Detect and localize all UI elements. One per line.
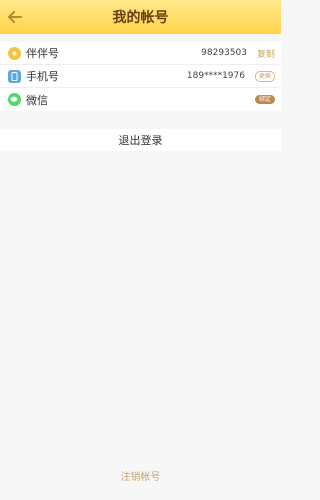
header: 我的帐号	[0, 0, 281, 34]
row-label: 手机号	[26, 70, 59, 83]
page-title: 我的帐号	[112, 10, 169, 26]
row-label: 伴伴号	[26, 47, 59, 60]
cancel-account-button[interactable]: 注销帐号	[0, 468, 281, 483]
back-button[interactable]	[4, 5, 26, 29]
logout-button[interactable]: 退出登录	[0, 129, 281, 151]
banban-id-value: 98293503	[201, 48, 247, 58]
arrow-left-icon	[8, 11, 22, 23]
copy-button[interactable]: 复制	[257, 47, 275, 60]
row-label: 微信	[26, 93, 48, 107]
coin-icon	[8, 46, 21, 60]
phone-icon	[8, 69, 21, 83]
wechat-icon	[8, 93, 21, 106]
account-list: 伴伴号 98293503 复制 手机号 189****1976 更换 微信 绑定	[0, 42, 281, 111]
row-wechat: 微信 绑定	[0, 88, 281, 111]
row-banban-id: 伴伴号 98293503 复制	[0, 42, 281, 65]
phone-value: 189****1976	[186, 71, 245, 81]
bind-wechat-button[interactable]: 绑定	[254, 95, 275, 104]
change-phone-button[interactable]: 更换	[254, 70, 275, 82]
row-phone: 手机号 189****1976 更换	[0, 65, 281, 88]
